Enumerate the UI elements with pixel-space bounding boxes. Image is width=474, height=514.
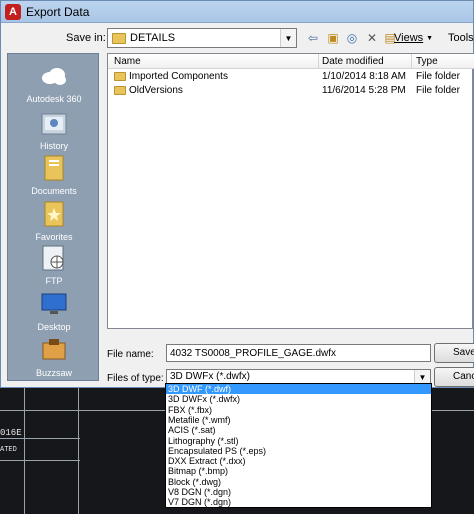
buzzsaw-icon bbox=[39, 336, 69, 364]
filetype-dropdown-list[interactable]: 3D DWF (*.dwf) 3D DWFx (*.dwfx) FBX (*.fbx… bbox=[165, 383, 432, 508]
folder-icon bbox=[114, 86, 126, 95]
file-list-header: Name Date modified Type bbox=[108, 54, 474, 69]
filetype-option[interactable]: DXX Extract (*.dxx) bbox=[166, 456, 431, 466]
filetype-option[interactable]: 3D DWFx (*.dwfx) bbox=[166, 394, 431, 404]
row-type: File folder bbox=[416, 85, 460, 96]
cad-label-1: 016E bbox=[0, 428, 22, 438]
row-name: Imported Components bbox=[129, 71, 228, 82]
filetype-option[interactable]: Block (*.dwg) bbox=[166, 477, 431, 487]
toolbar: Save in: DETAILS ▼ ⇦ ▣ ◎ ✕ ▤ Views ▼ Too… bbox=[1, 27, 474, 49]
cancel-label: Cance bbox=[453, 371, 474, 382]
cloud-icon bbox=[39, 62, 69, 90]
savein-label: Save in: bbox=[66, 32, 106, 44]
history-icon bbox=[39, 109, 69, 137]
export-dialog: A Export Data Save in: DETAILS ▼ ⇦ ▣ ◎ ✕… bbox=[0, 0, 474, 388]
views-label: Views bbox=[394, 32, 424, 44]
views-button[interactable]: Views ▼ bbox=[394, 32, 433, 44]
filename-label: File name: bbox=[107, 349, 154, 360]
filename-input[interactable] bbox=[166, 344, 431, 362]
row-date: 1/10/2014 8:18 AM bbox=[322, 71, 406, 82]
place-label: Autodesk 360 bbox=[26, 94, 82, 104]
folder-icon bbox=[114, 72, 126, 81]
place-ftp[interactable]: FTP bbox=[8, 244, 100, 286]
row-type: File folder bbox=[416, 71, 460, 82]
table-row[interactable]: Imported Components 1/10/2014 8:18 AM Fi… bbox=[108, 70, 474, 84]
filetype-option[interactable]: 3D DWF (*.dwf) bbox=[166, 384, 431, 395]
place-label: FTP bbox=[45, 276, 63, 286]
search-web-icon[interactable]: ◎ bbox=[344, 30, 360, 46]
place-label: History bbox=[39, 141, 68, 151]
place-history[interactable]: History bbox=[8, 109, 100, 151]
up-folder-icon[interactable]: ▣ bbox=[325, 30, 341, 46]
row-name: OldVersions bbox=[129, 85, 183, 96]
cad-label-2: ATED bbox=[0, 446, 17, 454]
table-row[interactable]: OldVersions 11/6/2014 5:28 PM File folde… bbox=[108, 84, 474, 98]
column-name[interactable]: Name bbox=[114, 56, 141, 67]
chevron-down-icon[interactable]: ▼ bbox=[280, 29, 296, 47]
desktop-icon bbox=[39, 290, 69, 318]
place-documents[interactable]: Documents bbox=[8, 154, 100, 196]
favorites-icon bbox=[39, 200, 69, 228]
filetype-option[interactable]: V7 DGN (*.dgn) bbox=[166, 497, 431, 507]
place-desktop[interactable]: Desktop bbox=[8, 290, 100, 332]
documents-icon bbox=[39, 154, 69, 182]
place-label: Favorites bbox=[35, 232, 73, 242]
place-buzzsaw[interactable]: Buzzsaw bbox=[8, 336, 100, 378]
filetype-option[interactable]: Bitmap (*.bmp) bbox=[166, 466, 431, 476]
back-icon[interactable]: ⇦ bbox=[305, 30, 321, 46]
chevron-down-icon: ▼ bbox=[426, 34, 434, 42]
filetype-option[interactable]: Encapsulated PS (*.eps) bbox=[166, 446, 431, 456]
filetype-option[interactable]: FBX (*.fbx) bbox=[166, 405, 431, 415]
filetype-option[interactable]: Lithography (*.stl) bbox=[166, 436, 431, 446]
save-button[interactable]: Save bbox=[434, 343, 474, 363]
file-list[interactable]: Name Date modified Type Imported Compone… bbox=[107, 53, 474, 329]
filetype-option[interactable]: V8 DGN (*.dgn) bbox=[166, 487, 431, 497]
column-date[interactable]: Date modified bbox=[322, 56, 384, 67]
place-favorites[interactable]: Favorites bbox=[8, 200, 100, 242]
screen: 016E ATED A Export Data Save in: DETAILS… bbox=[0, 0, 474, 514]
row-date: 11/6/2014 5:28 PM bbox=[322, 85, 406, 96]
window-title: Export Data bbox=[26, 4, 90, 19]
cancel-button[interactable]: Cance bbox=[434, 367, 474, 387]
places-sidebar: Autodesk 360 History Documents Favorites bbox=[7, 53, 99, 381]
tools-button[interactable]: Tools bbox=[448, 32, 474, 44]
place-label: Desktop bbox=[37, 322, 71, 332]
chevron-down-icon[interactable]: ▼ bbox=[414, 370, 430, 384]
filetype-selected: 3D DWFx (*.dwfx) bbox=[170, 371, 250, 382]
ftp-icon bbox=[39, 244, 69, 272]
column-type[interactable]: Type bbox=[416, 56, 438, 67]
place-label: Documents bbox=[31, 186, 77, 196]
place-label: Buzzsaw bbox=[35, 368, 72, 378]
place-autodesk-360[interactable]: Autodesk 360 bbox=[8, 62, 100, 104]
savein-combo[interactable]: DETAILS ▼ bbox=[107, 28, 297, 48]
current-folder: DETAILS bbox=[130, 32, 176, 44]
folder-icon bbox=[112, 32, 126, 44]
save-label: Save bbox=[453, 347, 474, 358]
filetype-option[interactable]: ACIS (*.sat) bbox=[166, 425, 431, 435]
autocad-logo-icon: A bbox=[5, 3, 21, 20]
filetype-option[interactable]: Metafile (*.wmf) bbox=[166, 415, 431, 425]
filetype-label: Files of type: bbox=[107, 373, 164, 384]
title-bar[interactable]: A Export Data bbox=[1, 1, 473, 23]
delete-icon[interactable]: ✕ bbox=[364, 30, 380, 46]
